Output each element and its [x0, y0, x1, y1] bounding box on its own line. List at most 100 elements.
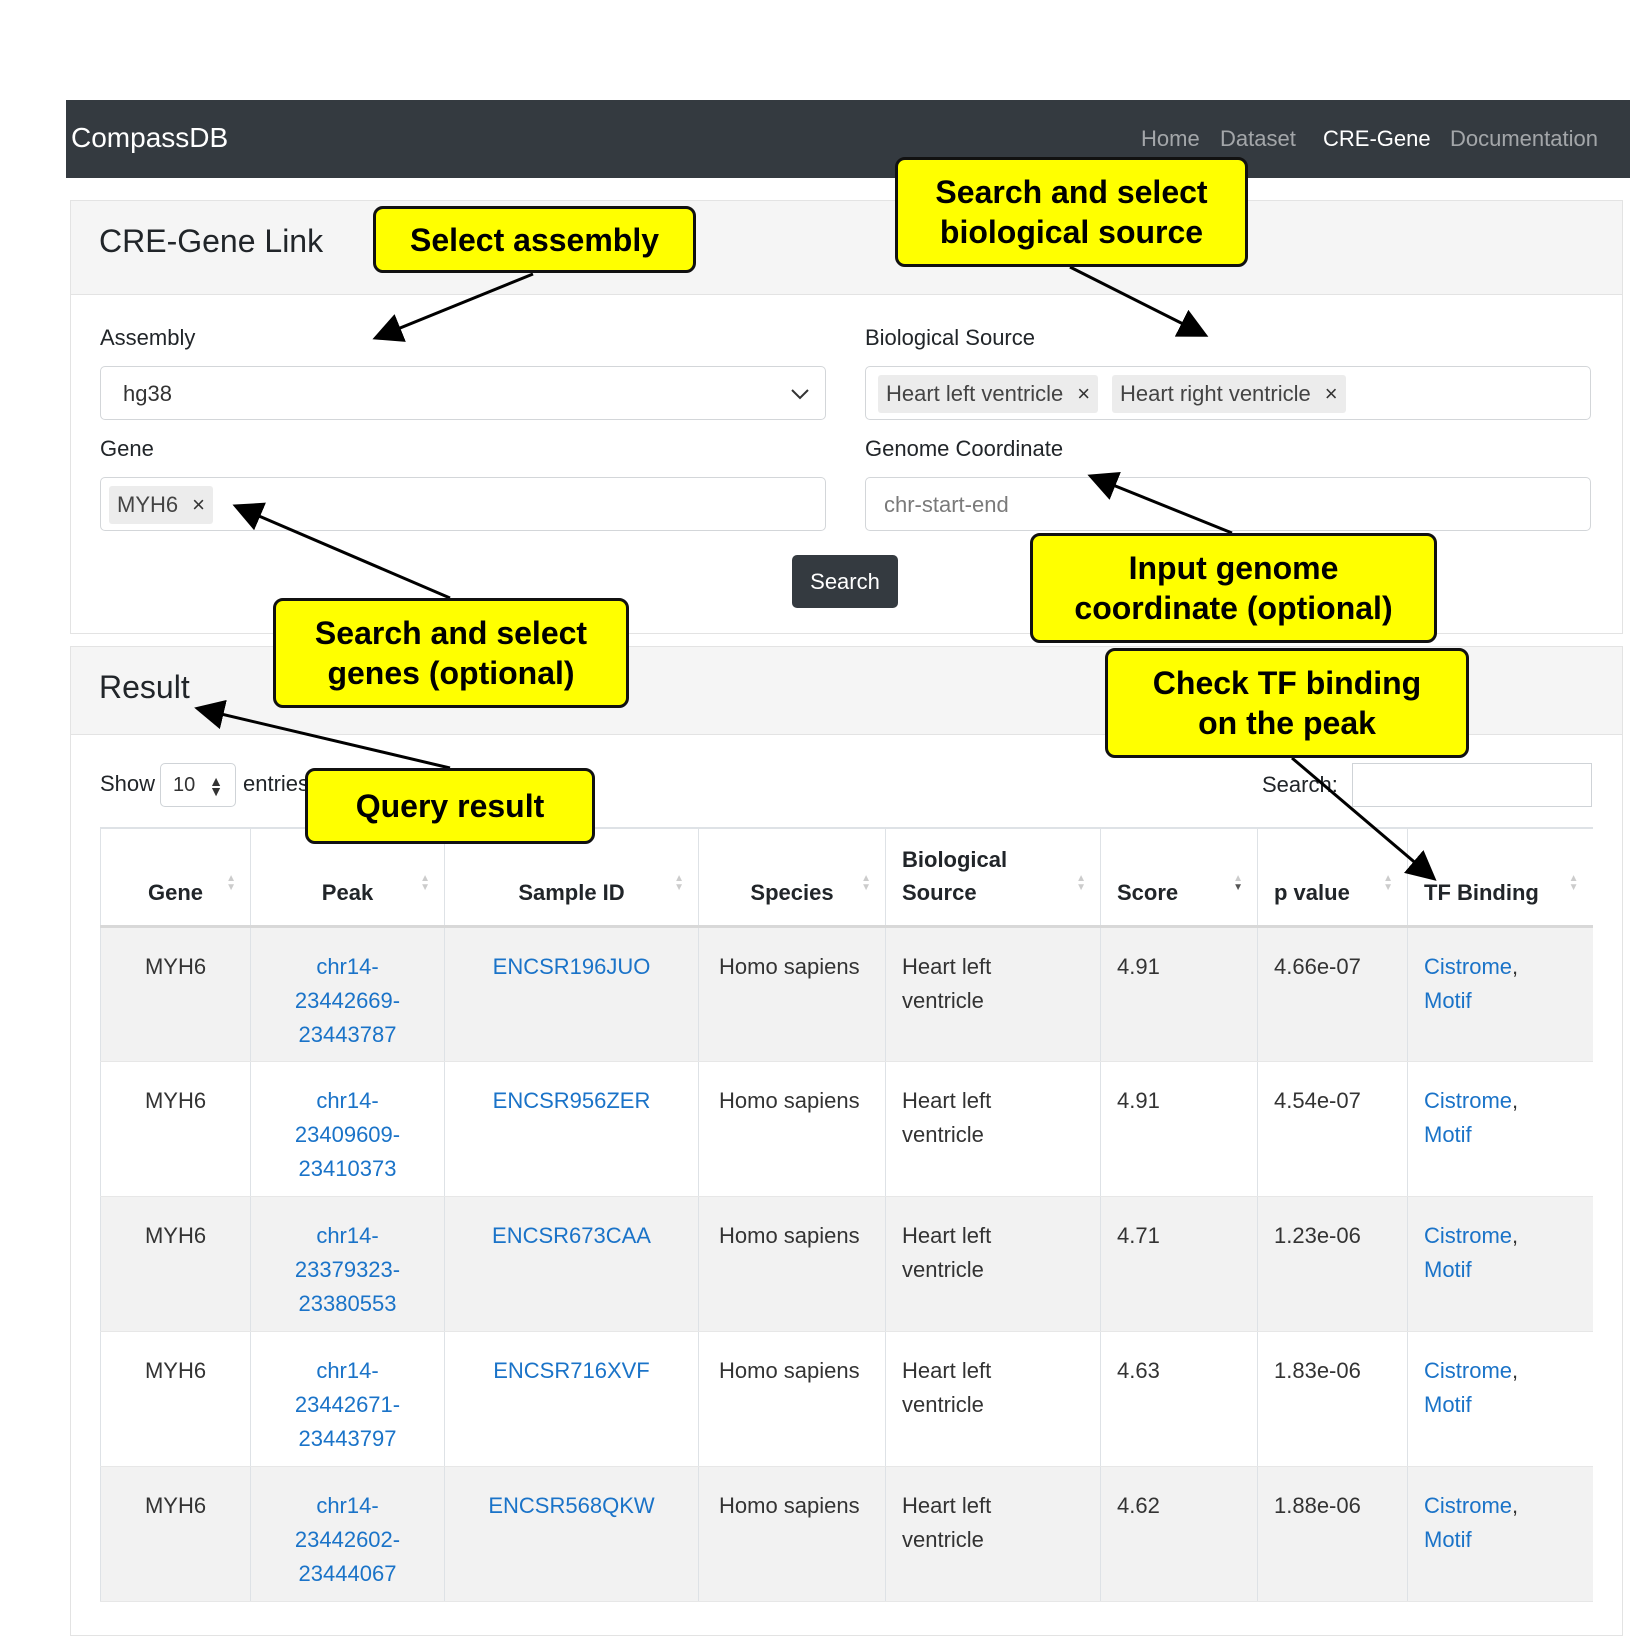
sort-icon: ▲ ▼ — [420, 873, 430, 893]
cell-peak: chr14- 23442669- 23443787 — [250, 926, 445, 1062]
column-header-score[interactable]: Score ▲ ▼ — [1100, 827, 1258, 928]
cistrome-link[interactable]: Cistrome — [1424, 1223, 1512, 1248]
table-search-label: Search: — [1262, 772, 1338, 797]
cell-score: 4.62 — [1100, 1466, 1258, 1602]
cell-sample-id: ENCSR956ZER — [444, 1061, 699, 1197]
cell-sample-id: ENCSR196JUO — [444, 926, 699, 1062]
cell-species: Homo sapiens — [698, 1061, 886, 1197]
bio-source-tag: Heart left ventricle × — [878, 375, 1099, 413]
sample-id-link[interactable]: ENCSR568QKW — [488, 1493, 654, 1518]
cell-score: 4.91 — [1100, 926, 1258, 1062]
motif-link[interactable]: Motif — [1424, 1527, 1472, 1552]
cistrome-link[interactable]: Cistrome — [1424, 1358, 1512, 1383]
nav-cre-gene[interactable]: CRE-Gene — [1323, 126, 1431, 152]
cell-sample-id: ENCSR673CAA — [444, 1196, 699, 1332]
bio-source-tag: Heart right ventricle × — [1112, 375, 1346, 413]
remove-tag-icon[interactable]: × — [1325, 381, 1338, 407]
peak-link[interactable]: chr14- 23442669- 23443787 — [295, 954, 400, 1047]
remove-tag-icon[interactable]: × — [192, 492, 205, 518]
peak-link[interactable]: chr14- 23409609- 23410373 — [295, 1088, 400, 1181]
biological-source-multiselect[interactable]: Heart left ventricle × Heart right ventr… — [865, 366, 1591, 420]
cell-p-value: 4.66e-07 — [1257, 926, 1408, 1062]
cell-p-value: 1.83e-06 — [1257, 1331, 1408, 1467]
cell-gene: MYH6 — [100, 1466, 251, 1602]
cell-tf-binding: Cistrome, Motif — [1407, 1466, 1593, 1602]
card-title: CRE-Gene Link — [99, 223, 324, 259]
gene-tag: MYH6 × — [109, 486, 213, 524]
callout-bio-source: Search and select biological source — [895, 157, 1248, 267]
cell-biological-source: Heart left ventricle — [885, 1331, 1101, 1467]
cistrome-link[interactable]: Cistrome — [1424, 954, 1512, 979]
cell-gene: MYH6 — [100, 1061, 251, 1197]
results-table: Gene ▲ ▼ Peak ▲ ▼ Sample ID ▲ ▼ Species ▲ ▼ Biol… — [100, 827, 1593, 1602]
callout-genes: Search and select genes (optional) — [273, 598, 629, 708]
chevron-down-icon — [791, 389, 809, 400]
cell-sample-id: ENCSR568QKW — [444, 1466, 699, 1602]
cell-p-value: 1.23e-06 — [1257, 1196, 1408, 1332]
assembly-select[interactable]: hg38 — [100, 366, 826, 420]
entries-length-value: 10 — [173, 774, 196, 796]
callout-select-assembly: Select assembly — [373, 206, 696, 273]
sort-icon: ▲ ▼ — [861, 873, 871, 893]
motif-link[interactable]: Motif — [1424, 1392, 1472, 1417]
sample-id-link[interactable]: ENCSR673CAA — [492, 1223, 651, 1248]
cell-biological-source: Heart left ventricle — [885, 1196, 1101, 1332]
column-header-species[interactable]: Species ▲ ▼ — [698, 827, 886, 928]
sample-id-link[interactable]: ENCSR196JUO — [493, 954, 651, 979]
brand-logo[interactable]: CompassDB — [71, 122, 228, 154]
bio-source-tag-label: Heart right ventricle — [1120, 381, 1311, 406]
motif-link[interactable]: Motif — [1424, 988, 1472, 1013]
cell-gene: MYH6 — [100, 1196, 251, 1332]
peak-link[interactable]: chr14- 23442602- 23444067 — [295, 1493, 400, 1586]
assembly-label: Assembly — [100, 325, 196, 350]
cell-score: 4.91 — [1100, 1061, 1258, 1197]
cell-gene: MYH6 — [100, 1331, 251, 1467]
motif-link[interactable]: Motif — [1424, 1122, 1472, 1147]
cell-p-value: 4.54e-07 — [1257, 1061, 1408, 1197]
cell-peak: chr14- 23442671- 23443797 — [250, 1331, 445, 1467]
column-header-biological-source[interactable]: Biological Source ▲ ▼ — [885, 827, 1101, 928]
gene-multiselect[interactable]: MYH6 × — [100, 477, 826, 531]
sort-icon: ▲ ▼ — [1568, 873, 1579, 893]
cistrome-link[interactable]: Cistrome — [1424, 1088, 1512, 1113]
sort-icon: ▲ ▼ — [1076, 873, 1086, 893]
peak-link[interactable]: chr14- 23379323- 23380553 — [295, 1223, 400, 1316]
table-row: MYH6 chr14- 23409609- 23410373 ENCSR956ZER Ho… — [100, 1061, 1593, 1197]
peak-link[interactable]: chr14- 23442671- 23443797 — [295, 1358, 400, 1451]
cell-biological-source: Heart left ventricle — [885, 926, 1101, 1062]
cell-species: Homo sapiens — [698, 1466, 886, 1602]
genome-coordinate-placeholder: chr-start-end — [884, 492, 1009, 517]
top-navbar: CompassDB Home Dataset CRE-Gene Document… — [66, 100, 1630, 178]
nav-dataset[interactable]: Dataset — [1220, 126, 1296, 152]
cell-sample-id: ENCSR716XVF — [444, 1331, 699, 1467]
gene-tag-label: MYH6 — [117, 492, 179, 517]
callout-coordinate: Input genome coordinate (optional) — [1030, 533, 1437, 643]
sort-icon: ▲ ▼ — [674, 873, 684, 893]
motif-link[interactable]: Motif — [1424, 1257, 1472, 1282]
nav-home[interactable]: Home — [1141, 126, 1200, 152]
sample-id-link[interactable]: ENCSR956ZER — [493, 1088, 651, 1113]
sample-id-link[interactable]: ENCSR716XVF — [493, 1358, 650, 1383]
search-button[interactable]: Search — [792, 555, 898, 608]
cell-score: 4.71 — [1100, 1196, 1258, 1332]
table-search-input[interactable] — [1352, 763, 1592, 807]
entries-length-select[interactable]: 10 ▲ ▼ — [160, 763, 236, 807]
remove-tag-icon[interactable]: × — [1077, 381, 1090, 407]
cistrome-link[interactable]: Cistrome — [1424, 1493, 1512, 1518]
cell-tf-binding: Cistrome, Motif — [1407, 1331, 1593, 1467]
show-label: Show — [100, 771, 156, 796]
genome-coordinate-input[interactable]: chr-start-end — [865, 477, 1591, 531]
sort-updown-icon: ▲ ▼ — [209, 773, 223, 799]
table-row: MYH6 chr14- 23379323- 23380553 ENCSR673CAA Ho… — [100, 1196, 1593, 1332]
cell-tf-binding: Cistrome, Motif — [1407, 1061, 1593, 1197]
sort-icon: ▲ ▼ — [1383, 873, 1393, 893]
assembly-value: hg38 — [123, 381, 172, 406]
result-title: Result — [99, 669, 190, 705]
cell-p-value: 1.88e-06 — [1257, 1466, 1408, 1602]
column-header-tf-binding[interactable]: TF Binding ▲ ▼ — [1407, 827, 1593, 928]
column-header-p-value[interactable]: p value ▲ ▼ — [1257, 827, 1408, 928]
cell-tf-binding: Cistrome, Motif — [1407, 926, 1593, 1062]
column-header-gene[interactable]: Gene ▲ ▼ — [100, 827, 251, 928]
nav-documentation[interactable]: Documentation — [1450, 126, 1598, 152]
gene-label: Gene — [100, 436, 154, 461]
